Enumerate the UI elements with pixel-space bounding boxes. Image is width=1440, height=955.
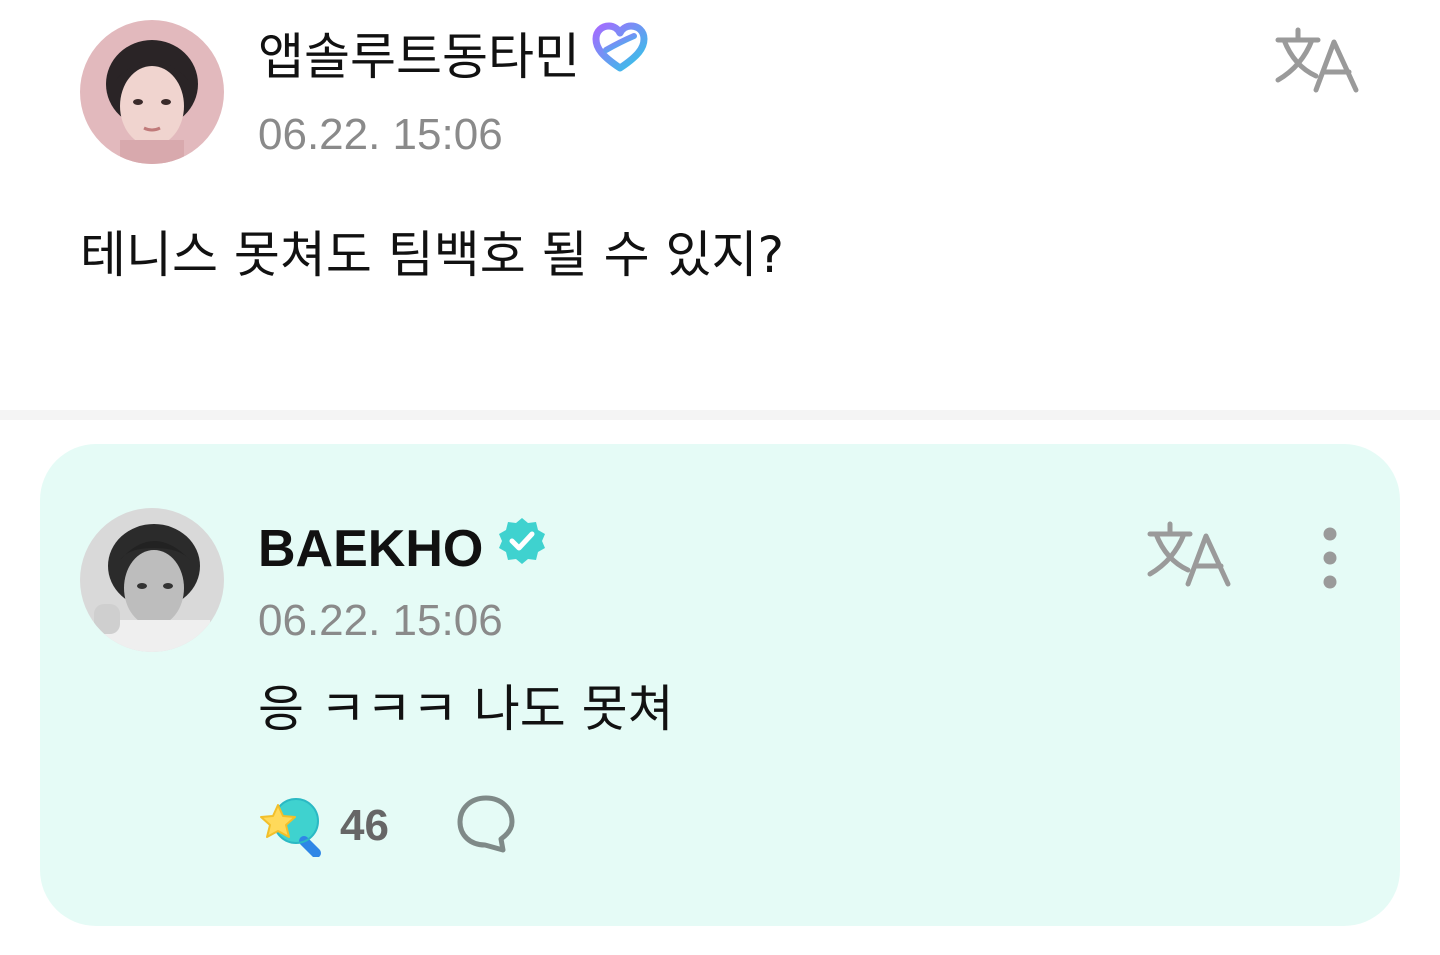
star-lightstick-icon	[260, 798, 321, 857]
more-vertical-icon	[1323, 527, 1337, 589]
comment-timestamp: 06.22. 15:06	[258, 596, 503, 645]
section-divider	[0, 410, 1440, 420]
post-author-name[interactable]: 앱솔루트동타민	[258, 22, 648, 92]
heart-badge-icon	[592, 22, 648, 92]
comment-translate-button[interactable]	[1144, 520, 1234, 590]
reply-button[interactable]	[455, 793, 517, 859]
comment-body-text: 응 ㅋㅋㅋ 나도 못쳐	[258, 680, 674, 738]
comment-author-name[interactable]: BAEKHO	[258, 516, 547, 582]
post-author-avatar[interactable]	[80, 20, 224, 164]
like-button[interactable]: 46	[258, 795, 389, 857]
comment-author-avatar[interactable]	[80, 508, 224, 652]
page: 앱솔루트동타민 06.22. 15:06 테니스 못쳐도 팀백호 될 수 있지?…	[0, 0, 1440, 955]
like-count: 46	[340, 801, 389, 850]
post-body-text: 테니스 못쳐도 팀백호 될 수 있지?	[80, 226, 785, 284]
comment-more-button[interactable]	[1306, 524, 1354, 596]
translate-icon	[1275, 27, 1359, 93]
avatar-image	[80, 20, 224, 164]
comment-reactions: 46	[258, 794, 517, 858]
comment-author-name-text: BAEKHO	[258, 520, 484, 578]
fan-post: 앱솔루트동타민 06.22. 15:06 테니스 못쳐도 팀백호 될 수 있지?	[0, 0, 1440, 410]
artist-comment-card: BAEKHO 06.22. 15:06 응 ㅋㅋㅋ 나도 못쳐 46	[40, 444, 1400, 926]
avatar-image	[80, 508, 224, 652]
translate-icon	[1147, 521, 1231, 587]
post-author-name-text: 앱솔루트동타민	[258, 28, 580, 86]
post-timestamp: 06.22. 15:06	[258, 110, 503, 159]
post-translate-button[interactable]	[1272, 26, 1362, 96]
speech-bubble-icon	[457, 795, 515, 853]
verified-badge-icon	[497, 516, 547, 582]
